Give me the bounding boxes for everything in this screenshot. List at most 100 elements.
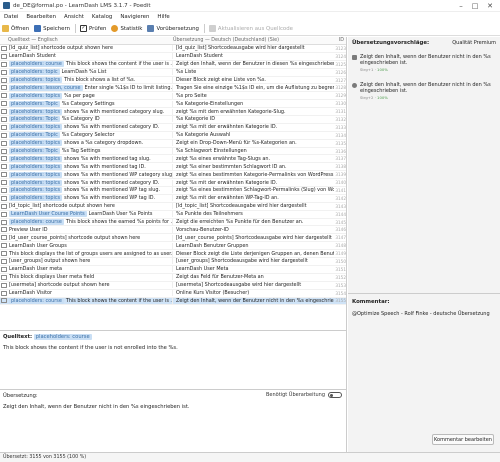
context-tag: placeholders: topics [9, 163, 63, 170]
context-tag: placeholders: topics [9, 155, 63, 162]
table-row[interactable]: placeholders: topics shows %s with mentio… [0, 195, 346, 203]
row-source: placeholders: topics shows a %s category … [9, 140, 172, 147]
edit-comment-button[interactable]: Kommentar bearbeiten [432, 434, 494, 445]
context-tag: placeholders: lesson, course [9, 84, 83, 91]
update-from-source-button[interactable]: Aktualisieren aus Quellcode [208, 25, 293, 32]
row-id: 3155 [335, 298, 346, 304]
row-translation: Vorschau-Benutzer-ID [172, 226, 334, 233]
row-source: placeholders: topics shows %s with mentio… [9, 187, 172, 194]
table-row[interactable]: [ld_quiz_list] shortcode output shown he… [0, 45, 346, 53]
row-id: 3154 [335, 290, 346, 296]
menu-edit[interactable]: Bearbeiten [22, 14, 60, 20]
column-translation[interactable]: Übersetzung — Deutsch (Deutschland) (Sie… [170, 38, 330, 43]
table-row[interactable]: placeholders: course This block shows the… [0, 219, 346, 227]
row-source: placeholders: topics shows %s with mentio… [9, 171, 172, 178]
table-row[interactable]: placeholders: topics shows %s with mentio… [0, 171, 346, 180]
row-source-text: shows a %s category dropdown. [64, 140, 144, 147]
row-translation: zeigt %s einer bestimmten Schlagwort ID … [172, 163, 334, 170]
table-row[interactable]: placeholders: topics shows %s with mentio… [0, 163, 346, 172]
menu-file[interactable]: Datei [0, 14, 22, 20]
menu-help[interactable]: Hilfe [153, 14, 173, 20]
table-row[interactable]: LearnDash Visitor Online Kurs Visitor (Be… [0, 290, 346, 298]
row-source-text: shows %s with mentioned WP tag slug. [64, 187, 161, 194]
minimize-icon[interactable]: – [454, 1, 468, 11]
table-row[interactable]: [usermeta] shortcode output shown here [u… [0, 282, 346, 290]
row-id: 3150 [335, 258, 346, 264]
needs-work-toggle[interactable] [328, 392, 342, 398]
row-source-text: This block shows the content if the user… [65, 61, 172, 68]
menu-view[interactable]: Ansicht [60, 14, 88, 20]
suggestions-header: Übersetzungsvorschläge: Qualität Premium [348, 37, 500, 49]
table-row[interactable]: placeholders: Topic %s Tag Settings %s Sch… [0, 148, 346, 156]
table-row[interactable]: This block displays User meta field Zeigt… [0, 274, 346, 282]
table-row[interactable]: placeholders: Topic %s Category Settings%… [0, 100, 346, 109]
close-icon[interactable]: ✕ [483, 1, 497, 11]
table-row[interactable]: placeholders: Topic %s Category Selector%… [0, 132, 346, 140]
row-source: placeholders: Topic %s Tag Settings [9, 148, 172, 155]
comment-icon [1, 258, 7, 264]
row-source: [ld_topic_list] shortcode output shown h… [9, 203, 172, 209]
context-tag: placeholders: topic [9, 69, 60, 76]
table-row[interactable]: LearnDash User meta LearnDash User Meta 31… [0, 266, 346, 274]
table-row[interactable]: placeholders: topics shows %s with mentio… [0, 187, 346, 195]
comment-icon [1, 266, 7, 272]
table-row[interactable]: placeholders: topics shows %s with mentio… [0, 155, 346, 164]
table-row[interactable]: Preview User ID Vorschau-Benutzer-ID 3146 [0, 226, 346, 235]
row-id: 3142 [335, 195, 346, 201]
maximize-icon[interactable]: □ [468, 1, 482, 11]
comment-icon [1, 45, 7, 51]
table-row[interactable]: placeholders: topics %s per page %s pro Se… [0, 92, 346, 101]
context-tag: placeholders: topics [9, 171, 63, 178]
translation-label: Übersetzung: [3, 393, 38, 399]
menu-catalog[interactable]: Katalog [88, 14, 116, 20]
comment-icon [1, 132, 7, 138]
validate-button[interactable]: ✓ Prüfen [80, 25, 106, 32]
comment-icon [1, 251, 7, 257]
suggestion-item[interactable]: Zeigt den Inhalt, wenn der Benutzer nich… [352, 82, 497, 100]
row-source-text: shows %s with mentioned category slug. [64, 108, 165, 115]
table-row[interactable]: This block displays the list of groups u… [0, 250, 346, 259]
row-source-text: LearnDash Student [9, 53, 56, 60]
row-source: [ld_user_course_points] shortcode output… [9, 235, 172, 241]
table-row[interactable]: LearnDash User Groups LearnDash Benutzer … [0, 242, 346, 251]
table-row[interactable]: placeholders: topics shows %s with mentio… [0, 179, 346, 188]
comment-icon [1, 93, 7, 99]
row-source-text: shows %s with mentioned WP category slug… [64, 171, 172, 178]
row-translation: Zeigt den Inhalt, wenn der Benutzer in d… [172, 61, 334, 68]
column-source[interactable]: Quelltext — Englisch [0, 38, 170, 43]
comment-icon [1, 164, 7, 170]
column-id[interactable]: ID [330, 38, 344, 43]
table-row[interactable]: LearnDash User Course Points LearnDash Us… [0, 211, 346, 219]
row-translation: %s Kategorie ID [172, 116, 334, 123]
menu-navigate[interactable]: Navigieren [116, 14, 153, 20]
window-title: de_DE@formal.po - LearnDash LMS 3.1.7 - … [13, 2, 151, 9]
row-id: 3149 [335, 251, 346, 257]
row-id: 3140 [335, 180, 346, 186]
save-button[interactable]: Speichern [34, 25, 70, 32]
table-row[interactable]: placeholders: course This block shows the… [0, 297, 346, 306]
open-button[interactable]: Öffnen [2, 25, 29, 32]
table-row[interactable]: placeholders: course This block shows the… [0, 61, 346, 69]
row-source: placeholders: topics shows %s with mentio… [9, 124, 172, 131]
table-row[interactable]: [ld_topic_list] shortcode output shown h… [0, 203, 346, 211]
table-row[interactable]: placeholders: topics shows a %s category … [0, 140, 346, 148]
table-row[interactable]: LearnDash Student LearnDash Student 3124 [0, 53, 346, 61]
table-row[interactable]: placeholders: topic LearnDash %s List %s L… [0, 69, 346, 77]
context-tag: placeholders: topics [9, 140, 63, 147]
table-row[interactable]: [user_groups] output shown here [user_gro… [0, 258, 346, 266]
user-icon [352, 83, 357, 88]
suggestion-item[interactable]: Zeigt den Inhalt, wenn der Benutzer nich… [352, 54, 497, 72]
pretranslate-button[interactable]: Vorübersetzung [147, 25, 199, 32]
premium-badge: Qualität Premium [452, 40, 496, 46]
table-row[interactable]: placeholders: topics shows %s with mentio… [0, 124, 346, 132]
table-row[interactable]: [ld_user_course_points] shortcode output… [0, 234, 346, 243]
table-row[interactable]: placeholders: Topic %s Category ID %s Kate… [0, 116, 346, 124]
table-row[interactable]: placeholders: topics shows %s with mentio… [0, 108, 346, 117]
comment-icon [1, 243, 7, 249]
statistics-button[interactable]: Statistik [111, 25, 142, 32]
translation-input[interactable]: Zeigt den Inhalt, wenn der Benutzer nich… [3, 404, 190, 410]
table-row[interactable]: placeholders: topics This block shows a l… [0, 77, 346, 85]
context-tag: placeholders: topics [9, 92, 63, 99]
row-source-text: %s Tag Settings [61, 148, 101, 155]
table-row[interactable]: placeholders: lesson, course Enter single… [0, 84, 346, 93]
